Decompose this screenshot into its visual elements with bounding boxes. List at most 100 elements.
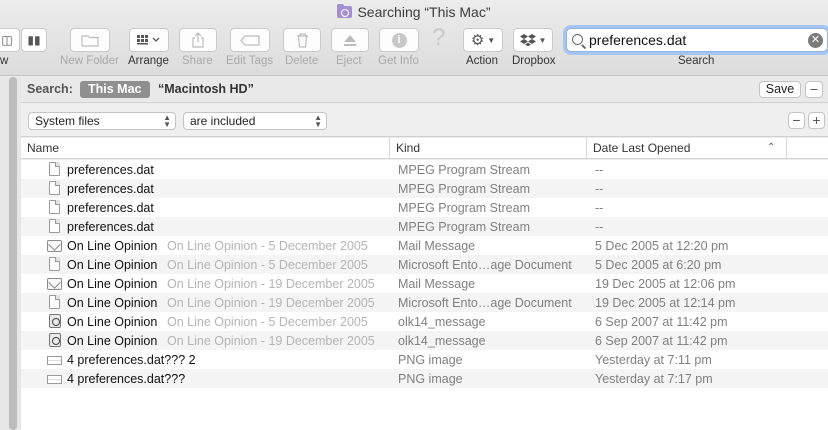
save-search-button[interactable]: Save: [759, 81, 801, 98]
row-subtitle: On Line Opinion - 19 December 2005: [167, 296, 375, 310]
dropbox-icon: [519, 34, 536, 47]
row-name: On Line Opinion: [67, 296, 158, 310]
row-date: Yesterday at 7:17 pm: [595, 372, 713, 386]
column-header-kind[interactable]: Kind: [389, 138, 586, 159]
column-headers: Name Kind Date Last Opened ⌃: [21, 138, 828, 159]
info-icon: i: [391, 32, 407, 48]
row-subtitle: On Line Opinion - 5 December 2005: [167, 239, 368, 253]
toolbar-label-edit-tags: Edit Tags: [226, 55, 274, 67]
share-button[interactable]: [179, 28, 217, 52]
share-icon: [192, 32, 204, 48]
table-row[interactable]: preferences.dat MPEG Program Stream --: [21, 198, 828, 217]
row-date: --: [595, 220, 604, 234]
row-date: 6 Sep 2007 at 11:42 pm: [595, 315, 728, 329]
criteria-operator-popup[interactable]: are included ▲ ▼: [183, 112, 327, 130]
row-kind: PNG image: [398, 353, 463, 367]
updown-arrows-icon: ▲ ▼: [314, 113, 322, 129]
action-button[interactable]: ⚙ ▼: [463, 28, 503, 52]
chevron-down-icon: ▼: [538, 35, 547, 45]
new-folder-button[interactable]: [70, 28, 110, 52]
view-coverflow-button[interactable]: ▮▮: [21, 28, 47, 52]
toolbar-label-search: Search: [678, 55, 715, 67]
scope-macintosh-hd-button[interactable]: “Macintosh HD”: [158, 82, 254, 96]
toolbar-label-action: Action: [466, 55, 498, 67]
clear-search-icon[interactable]: ✕: [808, 33, 823, 48]
row-date: --: [595, 163, 604, 177]
row-kind: MPEG Program Stream: [398, 163, 530, 177]
view-columns-button[interactable]: ◫: [0, 28, 20, 52]
row-kind: Mail Message: [398, 239, 476, 253]
scope-this-mac-button[interactable]: This Mac: [80, 81, 150, 98]
help-icon[interactable]: ?: [432, 24, 445, 52]
sidebar-edge: [0, 77, 21, 430]
add-criteria-button[interactable]: +: [808, 112, 825, 129]
tag-icon: [240, 34, 260, 46]
table-row[interactable]: On Line Opinion On Line Opinion - 19 Dece…: [21, 293, 828, 312]
row-kind: olk14_message: [398, 334, 486, 348]
row-subtitle: On Line Opinion - 19 December 2005: [167, 277, 375, 291]
table-row[interactable]: On Line Opinion On Line Opinion - 5 Decem…: [21, 255, 828, 274]
row-date: 6 Sep 2007 at 11:42 pm: [595, 334, 728, 348]
row-name: On Line Opinion: [67, 258, 158, 272]
table-row[interactable]: preferences.dat MPEG Program Stream --: [21, 160, 828, 179]
columns-view-icon: ◫: [1, 33, 13, 47]
remove-criteria-button[interactable]: −: [788, 112, 805, 129]
row-name: On Line Opinion: [67, 334, 158, 348]
table-row[interactable]: On Line Opinion On Line Opinion - 5 Decem…: [21, 236, 828, 255]
column-header-date-last-opened[interactable]: Date Last Opened: [586, 138, 786, 159]
row-name: preferences.dat: [67, 163, 154, 177]
get-info-button[interactable]: i: [379, 28, 419, 52]
window-title: Searching “This Mac”: [0, 4, 828, 20]
table-row[interactable]: On Line Opinion On Line Opinion - 19 Dece…: [21, 331, 828, 350]
updown-arrows-icon: ▲ ▼: [163, 113, 171, 129]
criteria-attribute-value: System files: [35, 114, 100, 128]
row-date: 5 Dec 2005 at 12:20 pm: [595, 239, 729, 253]
toolbar-label-arrange: Arrange: [128, 55, 169, 67]
row-date: 5 Dec 2005 at 6:20 pm: [595, 258, 722, 272]
row-name: preferences.dat: [67, 201, 154, 215]
gear-icon: ⚙: [470, 32, 485, 49]
row-name: On Line Opinion: [67, 239, 158, 253]
table-row[interactable]: preferences.dat MPEG Program Stream --: [21, 179, 828, 198]
search-input-value[interactable]: preferences.dat: [589, 32, 686, 48]
search-field[interactable]: preferences.dat ✕: [566, 28, 828, 52]
search-scope-label: Search:: [27, 82, 73, 96]
edit-tags-button[interactable]: [230, 28, 270, 52]
table-row[interactable]: 4 preferences.dat??? 2 PNG image Yesterday…: [21, 350, 828, 369]
sort-ascending-icon: ⌃: [767, 142, 776, 153]
table-row[interactable]: On Line Opinion On Line Opinion - 5 Decem…: [21, 312, 828, 331]
table-row[interactable]: preferences.dat MPEG Program Stream --: [21, 217, 828, 236]
window-title-text: Searching “This Mac”: [357, 4, 491, 20]
row-date: 19 Dec 2005 at 12:06 pm: [595, 277, 736, 291]
row-name: 4 preferences.dat??? 2: [67, 353, 196, 367]
toolbar-label-view: w: [0, 55, 9, 67]
remove-search-button[interactable]: −: [805, 81, 823, 98]
dropbox-button[interactable]: ▼: [513, 28, 553, 52]
row-kind: MPEG Program Stream: [398, 201, 530, 215]
arrange-button[interactable]: [129, 28, 169, 52]
window-toolbar: Searching “This Mac” ◫ ▮▮ w New Folder A…: [0, 0, 828, 76]
delete-button[interactable]: [283, 28, 321, 52]
row-kind: PNG image: [398, 372, 463, 386]
criteria-operator-value: are included: [190, 114, 256, 128]
trash-icon: [296, 32, 308, 48]
row-subtitle: On Line Opinion - 5 December 2005: [167, 315, 368, 329]
toolbar-label-dropbox: Dropbox: [512, 55, 556, 67]
row-kind: olk14_message: [398, 315, 486, 329]
column-header-name[interactable]: Name: [21, 138, 389, 159]
row-date: 19 Dec 2005 at 12:14 pm: [595, 296, 736, 310]
row-date: --: [595, 201, 604, 215]
row-name: 4 preferences.dat???: [67, 372, 186, 386]
table-row[interactable]: 4 preferences.dat??? PNG image Yesterday a…: [21, 369, 828, 388]
search-criteria-row: System files ▲ ▼ are included ▲ ▼ − +: [21, 104, 828, 137]
row-date: --: [595, 182, 604, 196]
criteria-attribute-popup[interactable]: System files ▲ ▼: [28, 112, 176, 130]
eject-button[interactable]: [331, 28, 369, 52]
row-kind: Mail Message: [398, 277, 476, 291]
results-list: preferences.dat MPEG Program Stream -- pref…: [21, 160, 828, 430]
sidebar-scrollbar[interactable]: [9, 77, 17, 430]
table-row[interactable]: On Line Opinion On Line Opinion - 19 Dece…: [21, 274, 828, 293]
row-name: On Line Opinion: [67, 277, 158, 291]
row-kind: MPEG Program Stream: [398, 182, 530, 196]
column-header-filler: [786, 138, 828, 159]
